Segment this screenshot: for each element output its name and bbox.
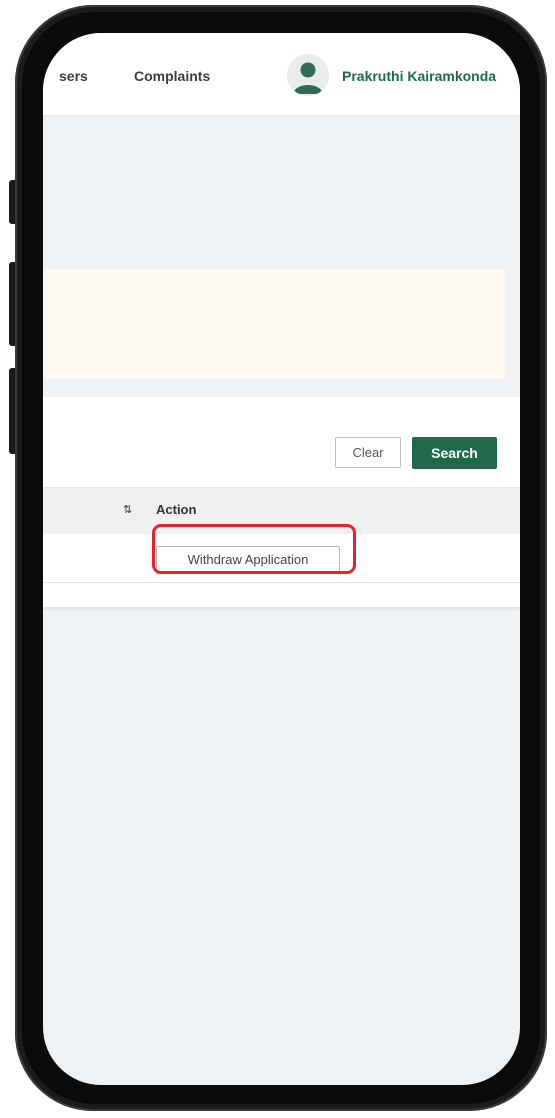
user-name-label[interactable]: Prakruthi Kairamkonda [342, 68, 496, 84]
app-screen: sers Complaints Prakruthi Kairamkonda Cl… [43, 33, 520, 1085]
table-header: ⇅ Action [43, 487, 520, 535]
sort-icon[interactable]: ⇅ [123, 503, 132, 516]
user-avatar-icon[interactable] [287, 54, 329, 96]
withdraw-application-button[interactable]: Withdraw Application [156, 546, 340, 574]
info-banner [43, 269, 505, 379]
device-mockup: sers Complaints Prakruthi Kairamkonda Cl… [0, 0, 555, 1118]
search-button[interactable]: Search [412, 437, 497, 469]
phone-frame: sers Complaints Prakruthi Kairamkonda Cl… [15, 5, 547, 1111]
table-row: Withdraw Application [43, 534, 520, 583]
nav-link-complaints[interactable]: Complaints [134, 68, 210, 84]
clear-button[interactable]: Clear [335, 437, 401, 468]
nav-link-users[interactable]: sers [59, 68, 88, 84]
applications-card: Clear Search ⇅ Action Withdraw Applicati… [43, 397, 520, 607]
column-header-action: Action [156, 502, 197, 517]
top-navigation-bar: sers Complaints Prakruthi Kairamkonda [43, 33, 520, 115]
